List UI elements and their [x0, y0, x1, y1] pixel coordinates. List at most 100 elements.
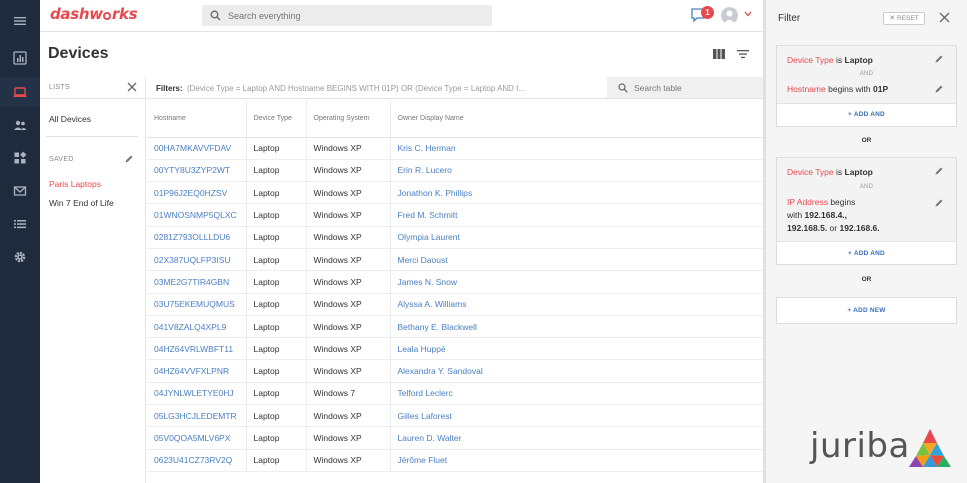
cell-operating-system: Windows XP: [306, 337, 391, 361]
cell-owner-display-name[interactable]: Jonathon K. Phillips: [390, 181, 763, 205]
cell-hostname[interactable]: 05V0QOA5MLV6PX: [147, 426, 247, 450]
mail-icon[interactable]: [0, 176, 40, 206]
active-filters-bar[interactable]: Filters: (Device Type = Laptop AND Hostn…: [147, 77, 607, 99]
cell-operating-system: Windows XP: [306, 226, 391, 249]
applications-icon[interactable]: [0, 143, 40, 173]
cell-owner-display-name[interactable]: Alexandra Y. Sandoval: [390, 359, 763, 383]
close-icon[interactable]: [127, 82, 137, 92]
add-new-group[interactable]: + ADD NEW: [776, 297, 957, 324]
column-header-device-type[interactable]: Device Type: [246, 100, 307, 138]
cell-device-type: Laptop: [246, 248, 307, 272]
cell-hostname[interactable]: 03U75EKEMUQMUS: [147, 293, 247, 316]
add-and-button[interactable]: + ADD AND: [777, 111, 956, 118]
filter-icon[interactable]: [736, 48, 750, 60]
edit-pencil-icon[interactable]: [934, 54, 944, 64]
list-item-all-devices[interactable]: All Devices: [49, 114, 91, 124]
settings-gear-icon[interactable]: [0, 242, 40, 272]
notification-badge[interactable]: 1: [701, 6, 714, 19]
table-row[interactable]: 0623U41CZ73RV2Q Laptop Windows XP Jérôme Fl…: [147, 449, 763, 472]
edit-pencil-icon[interactable]: [934, 166, 944, 176]
cell-operating-system: Windows XP: [306, 404, 391, 428]
table-row[interactable]: 04JYNLWLETYE0HJ Laptop Windows 7 Telford Le…: [147, 382, 763, 406]
divider: [46, 136, 138, 137]
filter-condition-ip-address[interactable]: IP Address begins with 192.168.4., 192.1…: [787, 196, 880, 235]
columns-icon[interactable]: [712, 48, 726, 60]
table-row[interactable]: 05V0QOA5MLV6PX Laptop Windows XP Lauren D. …: [147, 426, 763, 450]
cell-hostname[interactable]: 00YTY8U3ZYP2WT: [147, 159, 247, 183]
cell-hostname[interactable]: 03ME2G7TIR4GBN: [147, 270, 247, 294]
or-separator: OR: [861, 276, 872, 283]
table-row[interactable]: 03U75EKEMUQMUS Laptop Windows XP Alyssa A. …: [147, 293, 763, 316]
cell-hostname[interactable]: 04HZ64VVFXLPNR: [147, 359, 247, 383]
saved-list-paris-laptops[interactable]: Paris Laptops: [49, 179, 101, 189]
column-header-owner-display-name[interactable]: Owner Display Name: [390, 100, 763, 138]
menu-icon[interactable]: [0, 6, 40, 36]
cell-hostname[interactable]: 01WNOSNMP5QLXC: [147, 203, 247, 227]
edit-pencil-icon[interactable]: [124, 154, 134, 164]
cell-hostname[interactable]: 04JYNLWLETYE0HJ: [147, 382, 247, 406]
cell-hostname[interactable]: 0623U41CZ73RV2Q: [147, 449, 247, 472]
cell-owner-display-name[interactable]: Merci Daoust: [390, 248, 763, 272]
cell-owner-display-name[interactable]: Telford Leclerc: [390, 382, 763, 406]
cell-owner-display-name[interactable]: Fred M. Schmitt: [390, 203, 763, 227]
table-row[interactable]: 041V8ZALQ4XPL9 Laptop Windows XP Bethany E.…: [147, 315, 763, 339]
cell-hostname[interactable]: 02X387UQLFP3ISU: [147, 248, 247, 272]
devices-table: Hostname Device Type Operating System Ow…: [147, 100, 763, 472]
cell-hostname[interactable]: 041V8ZALQ4XPL9: [147, 315, 247, 339]
filter-conditions: Device Type is Laptop AND IP Address beg…: [777, 158, 956, 242]
table-row[interactable]: 01P96J2EQ0HZSV Laptop Windows XP Jonathon K…: [147, 181, 763, 205]
close-icon[interactable]: [939, 12, 950, 23]
table-search[interactable]: [607, 77, 763, 99]
cell-hostname[interactable]: 0281Z793OLLLDU6: [147, 226, 247, 249]
cell-owner-display-name[interactable]: James N. Snow: [390, 270, 763, 294]
users-icon[interactable]: [0, 110, 40, 140]
cell-owner-display-name[interactable]: Olympia Laurent: [390, 226, 763, 249]
add-and-button[interactable]: + ADD AND: [777, 250, 956, 257]
table-row[interactable]: 04HZ64VVFXLPNR Laptop Windows XP Alexandra …: [147, 359, 763, 383]
edit-pencil-icon[interactable]: [934, 84, 944, 94]
devices-laptop-icon[interactable]: [0, 77, 40, 107]
cell-owner-display-name[interactable]: Gilles Laforest: [390, 404, 763, 428]
cell-owner-display-name[interactable]: Kris C. Herman: [390, 137, 763, 160]
filter-condition-hostname[interactable]: Hostname begins with 01P: [787, 83, 888, 96]
or-separator: OR: [861, 137, 872, 144]
column-header-hostname[interactable]: Hostname: [147, 100, 247, 138]
reset-button[interactable]: ✕ RESET: [883, 12, 925, 25]
cell-operating-system: Windows XP: [306, 315, 391, 339]
table-row[interactable]: 02X387UQLFP3ISU Laptop Windows XP Merci Dao…: [147, 248, 763, 272]
cell-owner-display-name[interactable]: Erin R. Lucero: [390, 159, 763, 183]
table-row[interactable]: 00YTY8U3ZYP2WT Laptop Windows XP Erin R. Lu…: [147, 159, 763, 183]
global-search-input[interactable]: [228, 8, 478, 23]
table-row[interactable]: 00HA7MKAVVFDAV Laptop Windows XP Kris C. He…: [147, 137, 763, 160]
filter-condition-device-type[interactable]: Device Type is Laptop: [787, 54, 873, 67]
cell-hostname[interactable]: 04HZ64VRLWBFT11: [147, 337, 247, 361]
add-new-button[interactable]: + ADD NEW: [777, 307, 956, 314]
user-avatar[interactable]: [721, 7, 738, 24]
cell-hostname[interactable]: 00HA7MKAVVFDAV: [147, 137, 247, 160]
dashworks-logo[interactable]: dashw rks: [50, 5, 138, 23]
cell-hostname[interactable]: 05LG3HCJLEDEMTR: [147, 404, 247, 428]
chevron-down-icon[interactable]: [744, 11, 752, 17]
cell-operating-system: Windows 7: [306, 382, 391, 406]
saved-list-win7-end-of-life[interactable]: Win 7 End of Life: [49, 198, 114, 208]
table-search-input[interactable]: [634, 81, 754, 95]
column-header-operating-system[interactable]: Operating System: [306, 100, 391, 138]
dashboard-chart-icon[interactable]: [0, 43, 40, 73]
cell-hostname[interactable]: 01P96J2EQ0HZSV: [147, 181, 247, 205]
cell-device-type: Laptop: [246, 226, 307, 249]
table-row[interactable]: 01WNOSNMP5QLXC Laptop Windows XP Fred M. Sc…: [147, 203, 763, 227]
table-row[interactable]: 04HZ64VRLWBFT11 Laptop Windows XP Leala Hup…: [147, 337, 763, 361]
table-row[interactable]: 0281Z793OLLLDU6 Laptop Windows XP Olympia L…: [147, 226, 763, 249]
table-row[interactable]: 03ME2G7TIR4GBN Laptop Windows XP James N. S…: [147, 270, 763, 294]
cell-owner-display-name[interactable]: Lauren D. Walter: [390, 426, 763, 450]
juriba-wordmark: juriba: [810, 426, 910, 466]
cell-owner-display-name[interactable]: Bethany E. Blackwell: [390, 315, 763, 339]
filter-condition-device-type[interactable]: Device Type is Laptop: [787, 166, 873, 179]
cell-owner-display-name[interactable]: Alyssa A. Williams: [390, 293, 763, 316]
table-row[interactable]: 05LG3HCJLEDEMTR Laptop Windows XP Gilles La…: [147, 404, 763, 428]
edit-pencil-icon[interactable]: [934, 198, 944, 208]
cell-owner-display-name[interactable]: Leala Huppé: [390, 337, 763, 361]
cell-owner-display-name[interactable]: Jérôme Fluet: [390, 449, 763, 472]
list-icon[interactable]: [0, 209, 40, 239]
global-search[interactable]: [202, 5, 492, 26]
